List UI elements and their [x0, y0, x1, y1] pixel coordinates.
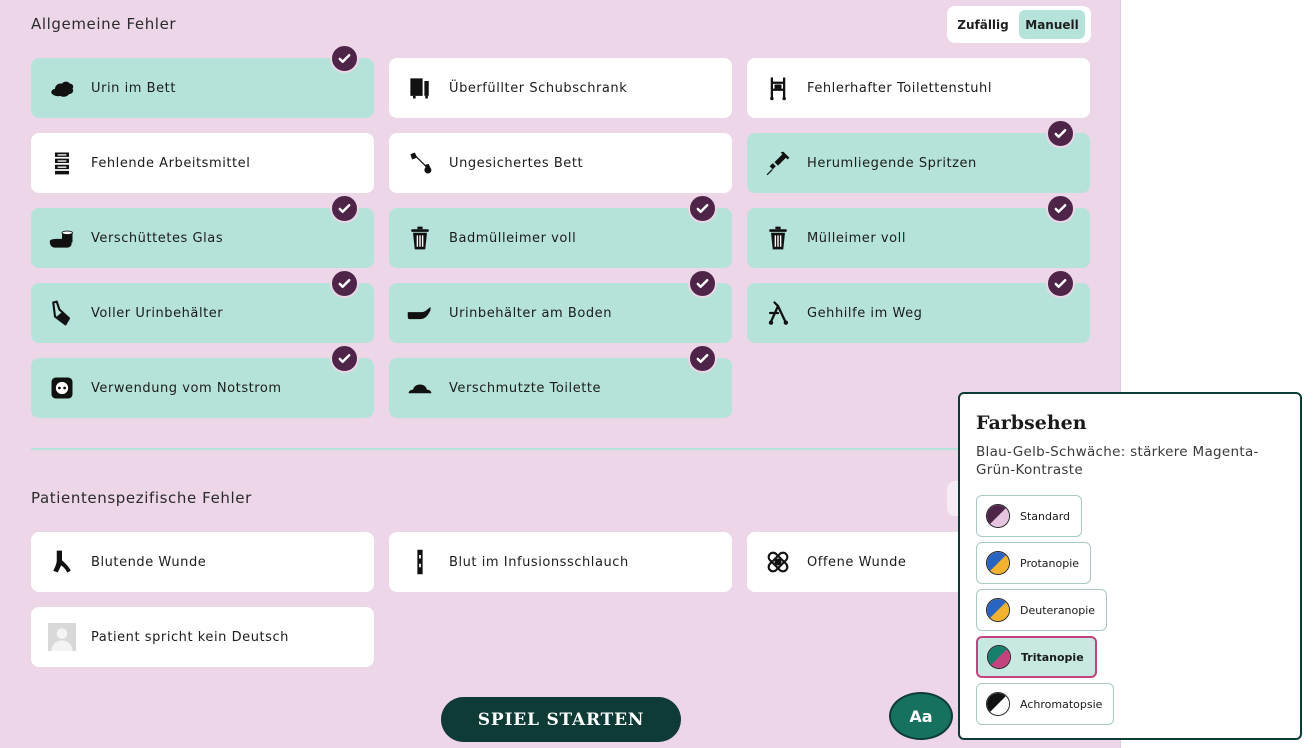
error-card-label: Blut im Infusionsschlauch: [449, 554, 629, 570]
mode-manual-button[interactable]: Manuell: [1019, 10, 1085, 39]
checkmark-icon: [330, 269, 359, 298]
patient-error-grid: Blutende Wunde Blut im Infusionsschlauch O…: [31, 532, 1090, 667]
start-game-button[interactable]: SPIEL STARTEN: [441, 697, 681, 742]
error-card-label: Badmülleimer voll: [449, 230, 577, 246]
color-panel-title: Farbsehen: [976, 412, 1087, 434]
color-vision-panel: Farbsehen Blau-Gelb-Schwäche: stärkere M…: [958, 392, 1302, 740]
error-card-label: Ungesichertes Bett: [449, 155, 584, 171]
error-card-patient-spricht-kein-deutsch[interactable]: Patient spricht kein Deutsch: [31, 607, 374, 667]
trash-can-icon: [762, 222, 794, 254]
color-mode-options: Standard Protanopie Deuteranopie Tritanopie…: [976, 495, 1284, 725]
wrench-icon: [404, 147, 436, 179]
error-card-label: Gehhilfe im Weg: [807, 305, 923, 321]
error-card-ungesichertes-bett[interactable]: Ungesichertes Bett: [389, 133, 732, 193]
urine-stain-icon: [46, 72, 78, 104]
checkmark-icon: [1046, 119, 1075, 148]
section-title-general: Allgemeine Fehler: [31, 15, 177, 33]
font-settings-button[interactable]: Aa: [889, 692, 953, 740]
error-card-gehhilfe-im-weg[interactable]: Gehhilfe im Weg: [747, 269, 1090, 343]
error-card-ueberfuellter-schubschrank[interactable]: Überfüllter Schubschrank: [389, 58, 732, 118]
error-card-label: Urin im Bett: [91, 80, 176, 96]
spilled-glass-icon: [46, 222, 78, 254]
infusion-tube-icon: [404, 546, 436, 578]
error-card-label: Herumliegende Spritzen: [807, 155, 977, 171]
bedpan-icon: [404, 297, 436, 329]
mode-random-button[interactable]: Zufällig: [951, 10, 1015, 39]
color-mode-standard[interactable]: Standard: [976, 495, 1083, 537]
error-card-muelleimer-voll[interactable]: Mülleimer voll: [747, 194, 1090, 268]
color-mode-label: Standard: [1020, 509, 1071, 523]
color-mode-label: Achromatopsie: [1020, 697, 1103, 711]
walker-icon: [762, 297, 794, 329]
color-swatch-icon: [986, 692, 1010, 716]
error-card-verschuettetes-glas[interactable]: Verschüttetes Glas: [31, 194, 374, 268]
syringe-icon: [762, 147, 794, 179]
error-card-label: Verschüttetes Glas: [91, 230, 224, 246]
checkmark-icon: [330, 44, 359, 73]
error-card-label: Blutende Wunde: [91, 554, 207, 570]
general-error-grid: Urin im Bett Überfüllter Schubschrank Fehl…: [31, 44, 1090, 418]
color-mode-label: Tritanopie: [1021, 650, 1084, 664]
toilet-dirt-icon: [404, 372, 436, 404]
checkmark-icon: [330, 194, 359, 223]
error-card-badmuelleimer-voll[interactable]: Badmülleimer voll: [389, 194, 732, 268]
urine-bottle-icon: [46, 297, 78, 329]
error-card-fehlerhafter-toilettenstuhl[interactable]: Fehlerhafter Toilettenstuhl: [747, 58, 1090, 118]
person-placeholder-icon: [46, 621, 78, 653]
color-mode-achromatopsie[interactable]: Achromatopsie: [976, 683, 1115, 725]
checkmark-icon: [330, 344, 359, 373]
error-card-label: Offene Wunde: [807, 554, 907, 570]
error-card-fehlende-arbeitsmittel[interactable]: Fehlende Arbeitsmittel: [31, 133, 374, 193]
error-card-voller-urinbehaelter[interactable]: Voller Urinbehälter: [31, 269, 374, 343]
section-divider: [31, 448, 1091, 450]
color-mode-tritanopie[interactable]: Tritanopie: [976, 636, 1097, 678]
error-card-label: Fehlende Arbeitsmittel: [91, 155, 251, 171]
error-card-label: Urinbehälter am Boden: [449, 305, 613, 321]
error-card-label: Patient spricht kein Deutsch: [91, 629, 289, 645]
checkmark-icon: [1046, 194, 1075, 223]
checkmark-icon: [688, 344, 717, 373]
error-card-label: Verwendung vom Notstrom: [91, 380, 282, 396]
section-title-patient: Patientenspezifische Fehler: [31, 489, 252, 507]
color-swatch-icon: [986, 598, 1010, 622]
checkmark-icon: [688, 269, 717, 298]
color-swatch-icon: [986, 551, 1010, 575]
error-card-blutende-wunde[interactable]: Blutende Wunde: [31, 532, 374, 592]
error-card-urin-im-bett[interactable]: Urin im Bett: [31, 44, 374, 118]
error-card-label: Überfüllter Schubschrank: [449, 80, 628, 96]
checkmark-icon: [1046, 269, 1075, 298]
error-card-verschmutzte-toilette[interactable]: Verschmutzte Toilette: [389, 344, 732, 418]
color-mode-label: Deuteranopie: [1020, 603, 1096, 617]
power-socket-icon: [46, 372, 78, 404]
commode-chair-icon: [762, 72, 794, 104]
error-card-blut-im-infusionsschlauch[interactable]: Blut im Infusionsschlauch: [389, 532, 732, 592]
error-card-urinbehaelter-am-boden[interactable]: Urinbehälter am Boden: [389, 269, 732, 343]
error-card-verwendung-vom-notstrom[interactable]: Verwendung vom Notstrom: [31, 344, 374, 418]
error-card-label: Voller Urinbehälter: [91, 305, 224, 321]
settings-stage: Allgemeine Fehler Zufällig Manuell Urin …: [0, 0, 1121, 748]
trash-can-icon: [404, 222, 436, 254]
error-card-label: Mülleimer voll: [807, 230, 906, 246]
mode-toggle: Zufällig Manuell: [947, 6, 1091, 43]
drawer-cabinet-icon: [404, 72, 436, 104]
color-mode-deuteranopie[interactable]: Deuteranopie: [976, 589, 1108, 631]
error-card-label: Verschmutzte Toilette: [449, 380, 602, 396]
color-swatch-icon: [986, 504, 1010, 528]
color-mode-label: Protanopie: [1020, 556, 1080, 570]
checkmark-icon: [688, 194, 717, 223]
error-card-herumliegende-spritzen[interactable]: Herumliegende Spritzen: [747, 119, 1090, 193]
shelf-icon: [46, 147, 78, 179]
color-swatch-icon: [987, 645, 1011, 669]
color-mode-protanopie[interactable]: Protanopie: [976, 542, 1092, 584]
error-card-label: Fehlerhafter Toilettenstuhl: [807, 80, 993, 96]
bleeding-icon: [46, 546, 78, 578]
color-panel-description: Blau-Gelb-Schwäche: stärkere Magenta-Grü…: [976, 444, 1259, 478]
bandage-icon: [762, 546, 794, 578]
